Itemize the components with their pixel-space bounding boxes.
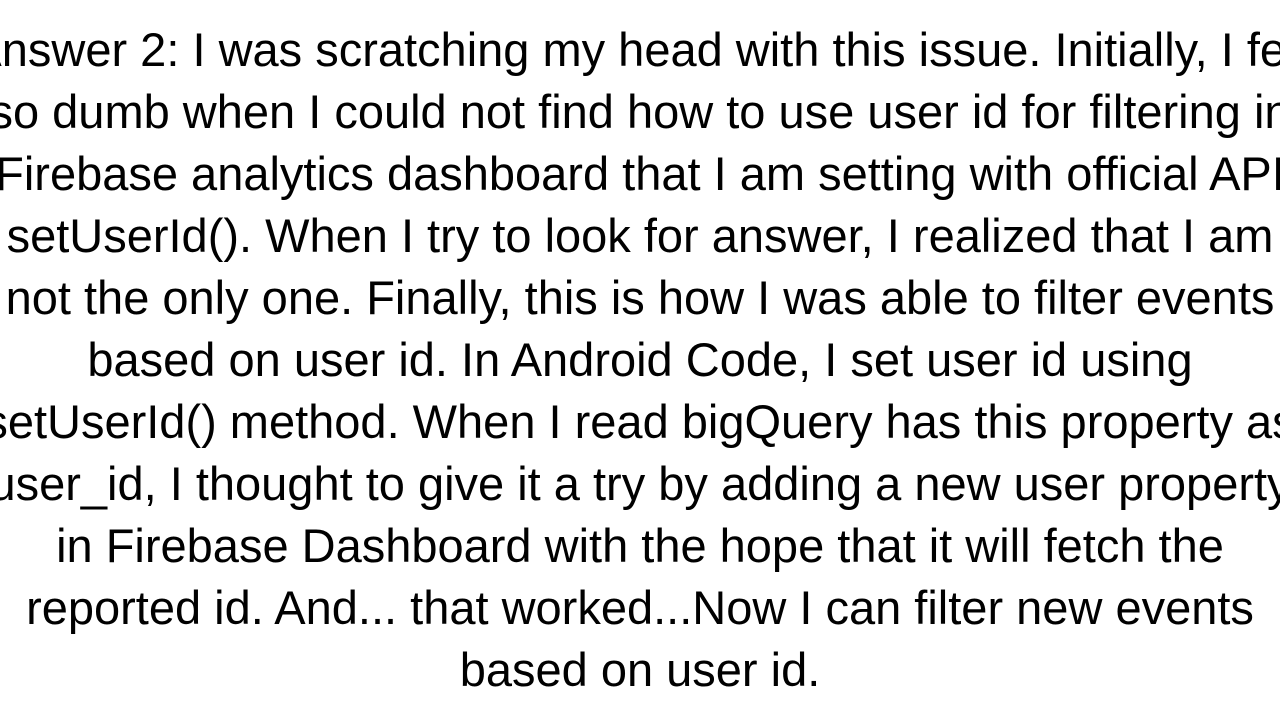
answer-label: Answer 2:: [0, 23, 179, 76]
answer-block: Answer 2: I was scratching my head with …: [0, 19, 1280, 701]
answer-body: I was scratching my head with this issue…: [0, 23, 1280, 696]
document-page: Answer 2: I was scratching my head with …: [0, 0, 1280, 720]
